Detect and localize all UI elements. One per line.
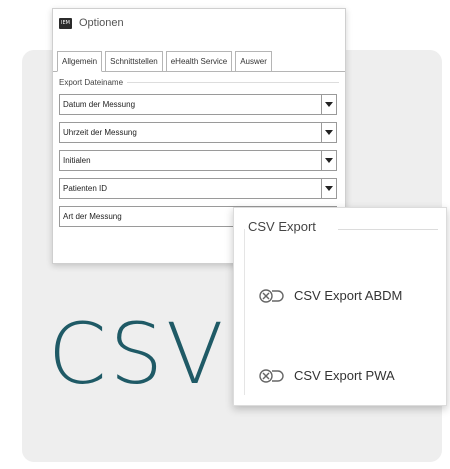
tab-schnittstellen[interactable]: Schnittstellen	[105, 51, 163, 72]
tab-ehealth-service[interactable]: eHealth Service	[165, 51, 233, 72]
csv-export-abdm-button[interactable]: CSV Export ABDM	[258, 288, 402, 303]
group-border	[244, 229, 245, 395]
select-value: Uhrzeit der Messung	[63, 128, 137, 137]
csv-export-group-title: CSV Export	[248, 219, 316, 234]
app-icon: IEM	[59, 17, 72, 29]
group-divider	[338, 229, 438, 230]
select-value: Art der Messung	[63, 212, 122, 221]
export-field-select[interactable]: Datum der Messung	[59, 94, 337, 115]
export-field-select[interactable]: Initialen	[59, 150, 337, 171]
tab-bar: Allgemein Schnittstellen eHealth Service…	[53, 51, 345, 72]
csv-heading: CSV	[48, 305, 227, 403]
title-bar: IEM Optionen	[53, 9, 345, 37]
window-title: Optionen	[79, 17, 124, 29]
chevron-down-icon[interactable]	[321, 123, 336, 142]
export-field-select[interactable]: Patienten ID	[59, 178, 337, 199]
csv-export-abdm-label: CSV Export ABDM	[294, 288, 403, 303]
chevron-down-icon[interactable]	[321, 179, 336, 198]
export-filename-group-label: Export Dateiname	[59, 78, 339, 87]
csv-export-pwa-button[interactable]: CSV Export PWA	[258, 368, 395, 383]
tab-content: Export Dateiname Datum der Messung Uhrze…	[53, 71, 345, 227]
select-value: Initialen	[63, 156, 91, 165]
csv-export-panel: CSV Export CSV Export ABDM CSV Export PW…	[233, 207, 447, 406]
tab-allgemein[interactable]: Allgemein	[57, 51, 103, 72]
chevron-down-icon[interactable]	[321, 151, 336, 170]
link-icon	[259, 288, 284, 303]
link-icon	[259, 368, 284, 383]
select-value: Patienten ID	[63, 184, 108, 193]
csv-export-pwa-label: CSV Export PWA	[294, 368, 395, 383]
export-field-select[interactable]: Uhrzeit der Messung	[59, 122, 337, 143]
chevron-down-icon[interactable]	[321, 95, 336, 114]
tab-auswertung[interactable]: Auswer	[235, 51, 272, 72]
select-value: Datum der Messung	[63, 100, 136, 109]
